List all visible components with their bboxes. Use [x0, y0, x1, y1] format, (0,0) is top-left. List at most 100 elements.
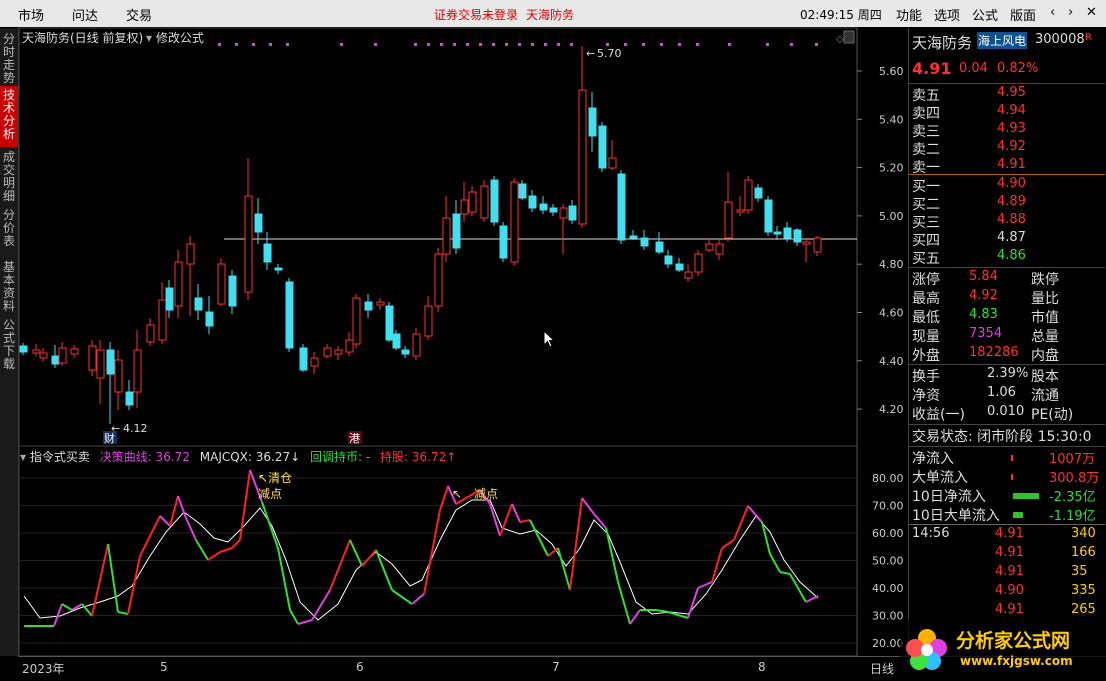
stat-row[interactable]: 最低 4.83 市值: [909, 307, 1105, 326]
candle-body: [694, 253, 703, 273]
bid-price: 4.89: [997, 194, 1026, 209]
decision-segment: [349, 539, 363, 567]
panel-restore-icon[interactable]: [843, 30, 855, 44]
stat2-label2: 股本: [1031, 369, 1059, 385]
candle-body: [228, 275, 237, 307]
tick-row[interactable]: 4.91 265: [909, 602, 1105, 621]
signal-dots: [218, 43, 818, 46]
flow-value: -1.19亿: [1049, 509, 1096, 524]
menu-layout[interactable]: 版面: [1010, 5, 1036, 24]
bid-row[interactable]: 买五 4.86: [909, 248, 1105, 267]
signal-dot: [696, 43, 699, 46]
candle-body: [568, 205, 577, 221]
signal-dot: [678, 43, 681, 46]
bid-row[interactable]: 买二 4.89: [909, 194, 1105, 213]
stat-row[interactable]: 现量 7354 总量: [909, 326, 1105, 345]
ask-label: 卖三: [912, 124, 940, 140]
bid-row[interactable]: 买三 4.88: [909, 212, 1105, 231]
indicator-y-tick: 30.00: [872, 610, 904, 623]
stat-row[interactable]: 外盘 182286 内盘: [909, 345, 1105, 364]
main-y-tick: 4.80: [879, 258, 904, 271]
tick-row[interactable]: 4.91 166: [909, 545, 1105, 564]
main-y-tick: 5.20: [879, 162, 904, 175]
stat-row[interactable]: 涨停 5.84 跌停: [909, 269, 1105, 288]
flow-row[interactable]: 净流入 1007万: [909, 448, 1105, 467]
divider: [909, 267, 1105, 268]
menu-options[interactable]: 选项: [934, 5, 960, 24]
stat-value: 4.83: [969, 307, 998, 322]
bid-row[interactable]: 买一 4.90: [909, 176, 1105, 195]
annot-reduce2-prefix: ↖: [452, 487, 462, 501]
main-y-axis: 5.60 5.40 5.20 5.00 4.80 4.60 4.40 4.20: [857, 65, 904, 416]
ask-row[interactable]: 卖四 4.94: [909, 103, 1105, 122]
stat-label: 外盘: [912, 348, 940, 364]
decision-segment: [139, 515, 161, 557]
marker-cai[interactable]: 财: [104, 431, 115, 445]
candle-body: [401, 349, 410, 355]
tick-volume: 166: [1071, 545, 1096, 560]
quote-sector[interactable]: 海上风电: [977, 32, 1028, 49]
chart-area[interactable]: 5.60 5.40 5.20 5.00 4.80 4.60 4.40 4.20 80.00 70…: [0, 0, 908, 680]
flow-bar: [1013, 493, 1039, 499]
decision-segment: [91, 543, 109, 617]
candle-body: [310, 357, 319, 367]
candlesticks: [19, 46, 822, 424]
ask-row[interactable]: 卖三 4.93: [909, 121, 1105, 140]
candle-body: [490, 179, 499, 223]
marker-gang[interactable]: 港: [349, 432, 360, 445]
decision-segment: [375, 549, 393, 591]
tick-row[interactable]: 14:56 4.91 340: [909, 526, 1105, 545]
candle-body: [352, 297, 361, 345]
candle-body: [608, 157, 617, 169]
candle-body: [813, 237, 822, 253]
period-selector[interactable]: 日线: [870, 660, 894, 677]
forward-icon[interactable]: ›: [1068, 5, 1073, 20]
decision-segment: [289, 609, 299, 625]
decision-segment: [769, 553, 781, 573]
decision-segment: [655, 609, 669, 613]
candle-body: [254, 213, 263, 233]
decision-segment: [329, 539, 351, 591]
flow-row[interactable]: 大单流入 300.8万: [909, 467, 1105, 486]
candle-body: [549, 207, 558, 213]
back-icon[interactable]: ‹: [1050, 5, 1055, 20]
decision-segment: [195, 539, 209, 561]
bid-label: 买二: [912, 197, 940, 213]
ask-row[interactable]: 卖二 4.92: [909, 139, 1105, 158]
stat2-row[interactable]: 净资 1.06 流通: [909, 385, 1105, 404]
menu-formula[interactable]: 公式: [972, 5, 998, 24]
indicator-lines: [23, 469, 819, 627]
main-y-tick: 4.40: [879, 355, 904, 368]
stat2-label: 净资: [912, 388, 940, 404]
indicator-y-tick: 50.00: [872, 555, 904, 568]
candle-body: [578, 89, 587, 225]
indicator-grid: [19, 477, 857, 644]
flow-row[interactable]: 10日大单流入 -1.19亿: [909, 505, 1105, 524]
axis-label-may: 5: [160, 660, 168, 674]
indicator-y-axis: 80.00 70.00 60.00 50.00 40.00 30.00 20.00: [872, 472, 904, 650]
flow-row[interactable]: 10日净流入 -2.35亿: [909, 486, 1105, 505]
stat-row[interactable]: 最高 4.92 量比: [909, 288, 1105, 307]
tick-row[interactable]: 4.91 35: [909, 564, 1105, 583]
diamond-icon[interactable]: ◇: [836, 34, 844, 45]
signal-dot: [374, 43, 377, 46]
signal-dot: [492, 43, 495, 46]
candle-body: [802, 241, 811, 245]
bid-row[interactable]: 买四 4.87: [909, 230, 1105, 249]
stat2-row[interactable]: 换手 2.39% 股本: [909, 366, 1105, 385]
tick-volume: 340: [1071, 526, 1096, 541]
flower-logo-icon: [906, 629, 947, 670]
tick-row[interactable]: 4.90 335: [909, 583, 1105, 602]
axis-label-aug: 8: [758, 660, 766, 674]
stat2-value: 2.39%: [987, 366, 1029, 381]
candle-body: [217, 263, 226, 305]
decision-segment: [127, 555, 141, 615]
stat2-label: 换手: [912, 369, 940, 385]
decision-segment: [185, 517, 197, 541]
close-icon[interactable]: ✕: [1086, 5, 1097, 20]
mouse-cursor-icon: [543, 330, 556, 348]
candle-body: [617, 173, 626, 241]
ask-row[interactable]: 卖五 4.95: [909, 85, 1105, 104]
indicator-y-tick: 70.00: [872, 500, 904, 513]
stat2-row[interactable]: 收益(一) 0.010 PE(动): [909, 404, 1105, 423]
